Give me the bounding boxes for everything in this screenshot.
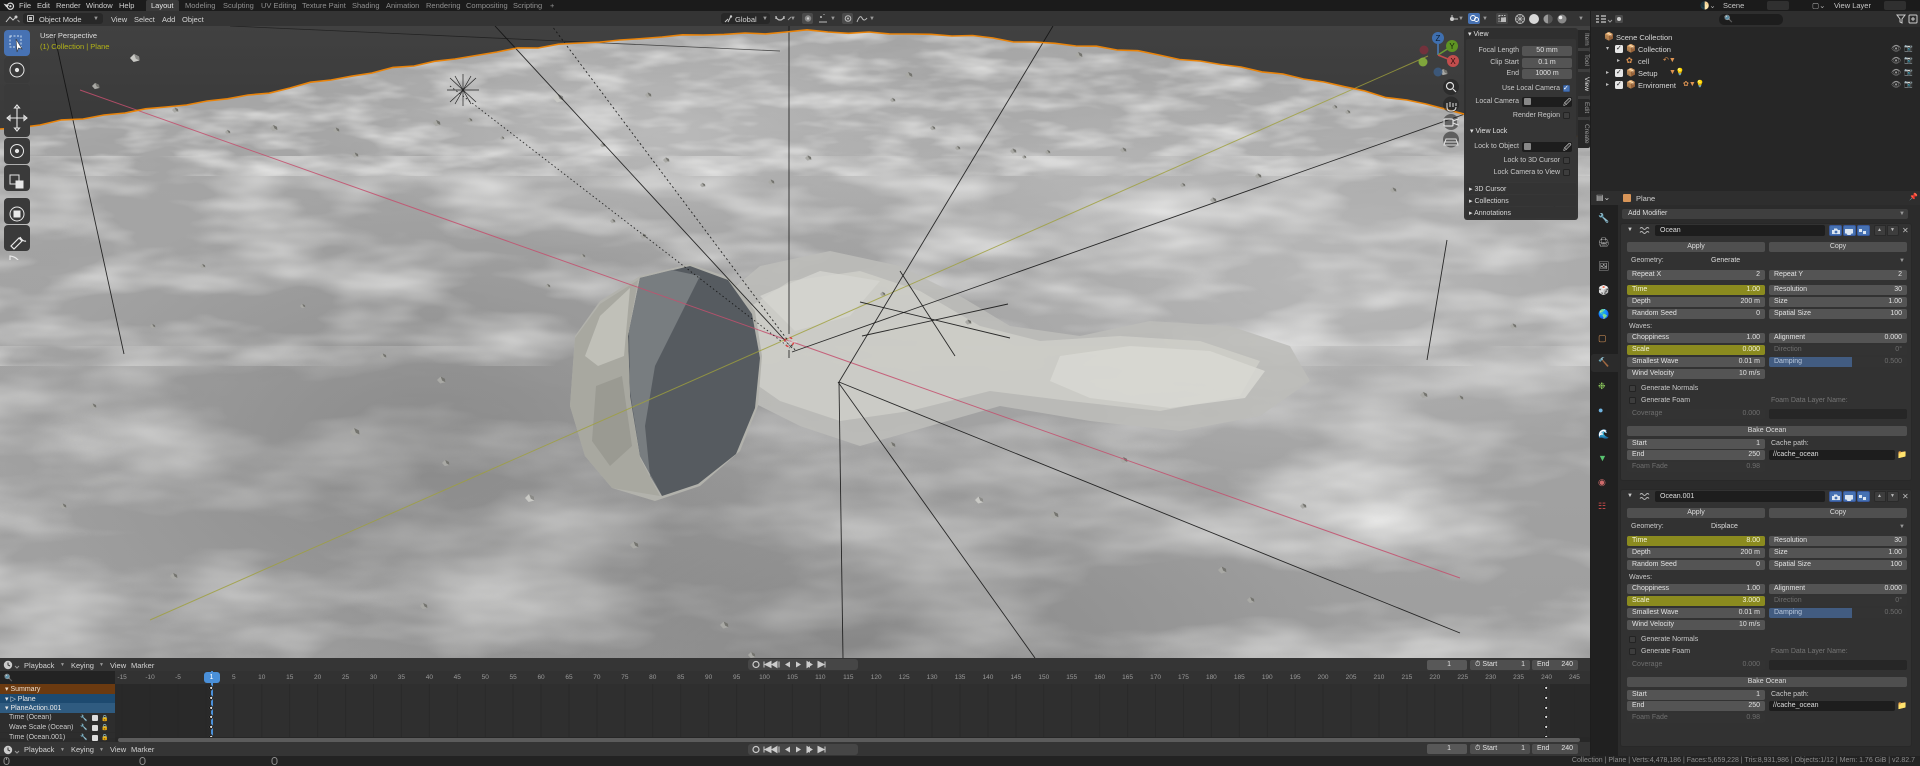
svg-text:Z: Z <box>1436 34 1441 43</box>
svg-text:Y: Y <box>1449 42 1455 51</box>
svg-text:X: X <box>1450 57 1456 66</box>
